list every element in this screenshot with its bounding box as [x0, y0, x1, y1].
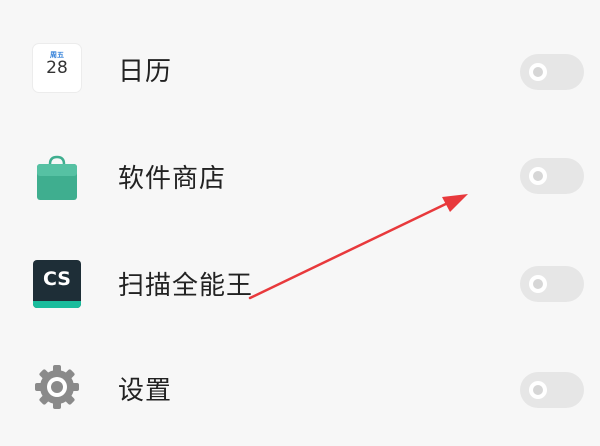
calendar-icon: 周五 28 [33, 44, 81, 92]
app-label: 日历 [118, 57, 173, 87]
calendar-icon-date: 28 [46, 58, 68, 78]
camscanner-icon: CS [33, 260, 81, 308]
software-store-toggle[interactable] [520, 158, 584, 194]
toggle-knob [529, 275, 547, 293]
app-row-software-store: 软件商店 [0, 125, 600, 232]
calendar-toggle[interactable] [520, 54, 584, 90]
camscanner-icon-bar [33, 301, 81, 308]
app-row-camscanner: CS 扫描全能王 [0, 232, 600, 339]
toggle-knob [529, 381, 547, 399]
camscanner-icon-text: CS [43, 268, 71, 290]
camscanner-toggle[interactable] [520, 266, 584, 302]
settings-gear-icon [33, 363, 81, 411]
app-label: 设置 [118, 376, 173, 406]
app-label: 扫描全能王 [118, 271, 254, 301]
toggle-knob [529, 167, 547, 185]
app-row-calendar: 周五 28 日历 [0, 18, 600, 125]
app-label: 软件商店 [118, 164, 227, 194]
toggle-knob [529, 63, 547, 81]
app-row-settings: 设置 [0, 339, 600, 446]
settings-toggle[interactable] [520, 372, 584, 408]
app-store-icon [33, 154, 81, 202]
